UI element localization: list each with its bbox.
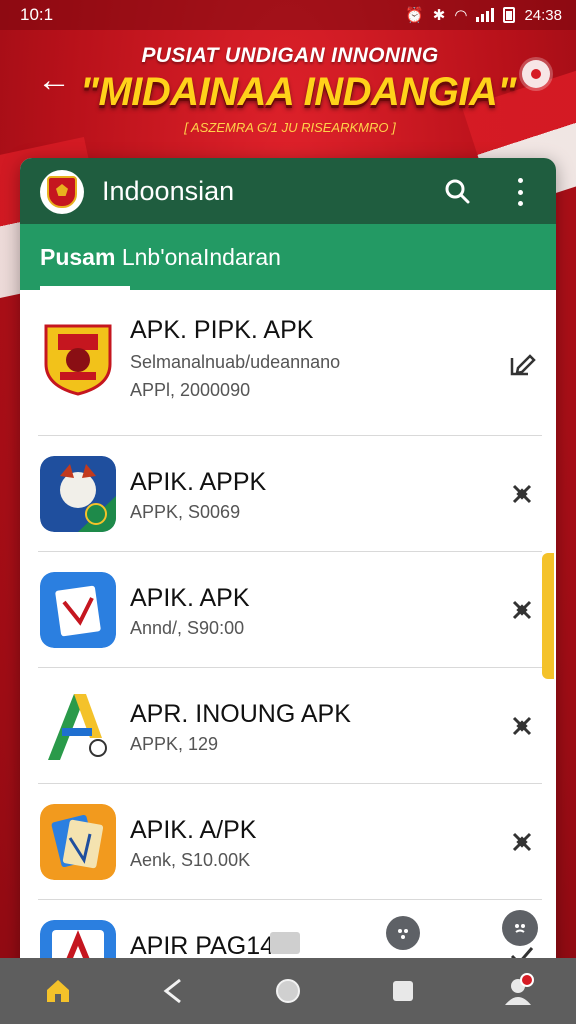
profile-icon[interactable] — [498, 971, 538, 1011]
pin-off-icon[interactable] — [506, 478, 538, 510]
app-name: APIK. APK — [130, 584, 250, 612]
signal-icon — [476, 8, 495, 22]
app-name: APIK. A/PK — [130, 816, 257, 844]
header-title-line2: "MIDAINAA INDANGIA" — [80, 70, 516, 114]
wifi-icon: ◠ — [454, 7, 468, 24]
app-bar-title: Indoonsian — [102, 176, 235, 206]
tab-active-label: Pusam — [40, 244, 116, 270]
back-arrow-icon[interactable]: ← — [34, 60, 74, 100]
app-icon-shield — [40, 320, 116, 396]
header-action-icon[interactable] — [522, 60, 550, 88]
list-item[interactable]: APIK. APPK APPK, S0069 — [20, 436, 556, 552]
list-item[interactable]: APIK. A/PK Aenk, S10.00K — [20, 784, 556, 900]
emoji-fab-icon[interactable] — [502, 910, 538, 946]
header-title-line1: PUSIAT UNDIGAN INNONING — [141, 44, 439, 67]
list-item[interactable]: APK. PIPK. APK Selmanalnuab/udeannano AP… — [20, 290, 556, 436]
list-item[interactable]: APIK. APK Annd/, S90:00 — [20, 552, 556, 668]
status-clock: 24:38 — [524, 6, 562, 24]
garuda-logo-icon — [40, 170, 84, 214]
tab-bar: Pusam Lnb'onaIndaran — [20, 224, 556, 290]
alarm-icon: ⏰ — [405, 7, 424, 24]
list-item[interactable]: APR. INOUNG APK APPK, 129 — [20, 668, 556, 784]
recents-icon[interactable] — [383, 971, 423, 1011]
app-icon-cards — [40, 804, 116, 880]
app-name: APIR PAG14 — [130, 932, 275, 960]
bluetooth-icon: ✱ — [432, 7, 446, 24]
pin-off-icon[interactable] — [506, 594, 538, 626]
app-icon-letter-a — [40, 688, 116, 764]
app-name: APIK. APPK — [130, 468, 267, 496]
home-icon[interactable] — [38, 971, 78, 1011]
app-description: Selmanalnuab/udeannano — [130, 352, 341, 372]
search-icon[interactable] — [444, 178, 470, 204]
header-subtitle: [ ASZEMRA G/1 JU RISEARKMRO ] — [184, 120, 396, 135]
side-scroll-handle[interactable] — [542, 553, 554, 679]
app-meta: APPl, 2000090 — [130, 380, 251, 400]
app-meta: APPK, 129 — [130, 734, 219, 754]
app-list: APK. PIPK. APK Selmanalnuab/udeannano AP… — [20, 290, 556, 978]
status-time: 10:1 — [20, 5, 54, 24]
app-meta: APPK, S0069 — [130, 502, 241, 522]
edit-icon[interactable] — [506, 348, 538, 380]
app-name: APK. PIPK. APK — [130, 316, 314, 344]
tab-active-rest: Lnb'onaIndaran — [115, 244, 281, 270]
pin-off-icon[interactable] — [506, 710, 538, 742]
battery-icon — [503, 7, 516, 23]
app-icon-fox — [40, 456, 116, 532]
bottom-nav — [0, 958, 576, 1024]
dots-fab-icon[interactable] — [386, 916, 420, 950]
more-options-icon[interactable] — [514, 178, 526, 206]
circle-home-icon[interactable] — [268, 971, 308, 1011]
app-meta: Aenk, S10.00K — [130, 850, 251, 870]
tab-active[interactable]: Pusam Lnb'onaIndaran — [40, 244, 281, 271]
app-meta: Annd/, S90:00 — [130, 618, 245, 638]
app-name: APR. INOUNG APK — [130, 700, 351, 728]
back-icon[interactable] — [153, 971, 193, 1011]
pin-off-icon[interactable] — [506, 826, 538, 858]
app-bar: Indoonsian — [20, 158, 556, 224]
app-icon-document — [40, 572, 116, 648]
status-bar: 10:1 ⏰ ✱ ◠ 24:38 — [0, 0, 576, 30]
app-card: Indoonsian Pusam Lnb'onaIndaran APK. PIP… — [20, 158, 556, 978]
redacted-block — [270, 932, 300, 954]
